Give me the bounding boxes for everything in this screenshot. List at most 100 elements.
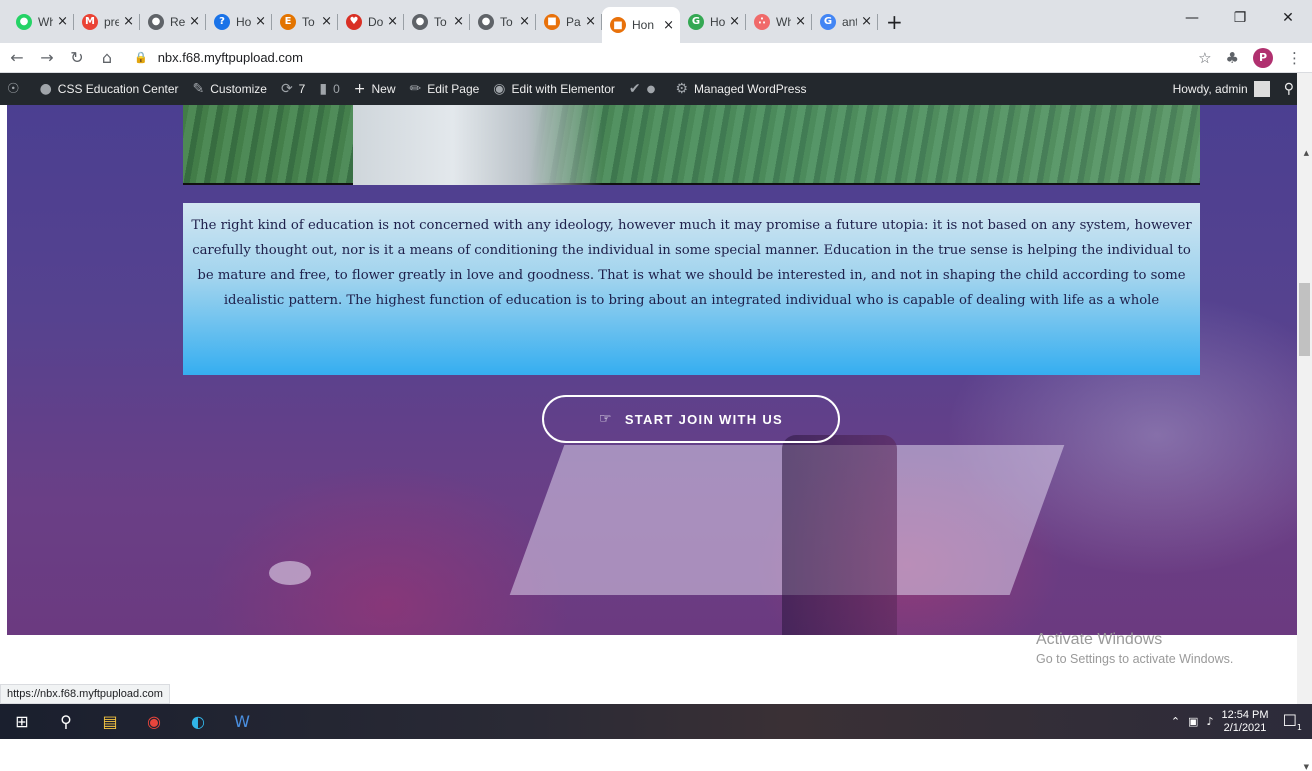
edit-elementor-link[interactable]: ◉ Edit with Elementor <box>486 73 622 105</box>
tab-close-icon[interactable]: × <box>255 14 266 29</box>
quora-icon: ? <box>214 13 230 30</box>
edit-page-label: Edit Page <box>427 82 480 96</box>
file-explorer-icon[interactable]: ▤ <box>88 704 132 739</box>
tab-label: prep <box>104 14 120 29</box>
browser-tab[interactable]: ● To th × <box>404 0 470 43</box>
status-url-text: https://nbx.f68.myftpupload.com <box>7 688 163 700</box>
browser-tab[interactable]: ∴ Wha× <box>746 0 812 43</box>
browser-tab[interactable]: ● Wha× <box>8 0 74 43</box>
brush-icon: ✎ <box>192 81 205 97</box>
close-window-icon[interactable]: ✕ <box>1264 0 1312 36</box>
home-icon[interactable]: ⌂ <box>94 48 120 67</box>
comments-count: 0 <box>333 82 340 96</box>
site-icon: ■ <box>544 13 560 30</box>
site-name-link[interactable]: ● CSS Education Center <box>33 73 186 105</box>
bookmark-star-icon[interactable]: ☆ <box>1198 49 1211 67</box>
tab-close-icon[interactable]: × <box>729 14 740 29</box>
menu-kebab-icon[interactable]: ⋮ <box>1287 49 1302 67</box>
scroll-down-icon[interactable]: ▼ <box>1304 763 1309 771</box>
quote-text: The right kind of education is not conce… <box>191 218 1192 308</box>
restore-icon[interactable]: ❐ <box>1216 0 1264 36</box>
forward-icon[interactable]: → <box>34 48 60 67</box>
clock-time: 12:54 PM <box>1221 708 1269 721</box>
reload-icon[interactable]: ↻ <box>64 48 90 67</box>
notification-icon[interactable]: ☐1 <box>1283 711 1302 732</box>
tab-close-icon[interactable]: × <box>585 14 596 29</box>
customize-label: Customize <box>210 82 267 96</box>
activate-windows-watermark: Activate Windows Go to Settings to activ… <box>1036 631 1233 666</box>
scroll-up-icon[interactable]: ▲ <box>1304 149 1309 157</box>
browser-tab[interactable]: ♥ Dow× <box>338 0 404 43</box>
tab-close-icon[interactable]: × <box>387 14 398 29</box>
tab-list: ●Wha×Mprep×●Repo×?How×ETo th×♥Dow× ● To th… <box>0 0 903 43</box>
tab-close-icon[interactable]: × <box>321 14 332 29</box>
browser-tab[interactable]: ● Repo× <box>140 0 206 43</box>
new-content-link[interactable]: + New <box>347 73 403 105</box>
word-icon[interactable]: W <box>220 704 264 739</box>
banner-figure-shape <box>353 105 603 185</box>
wp-logo-button[interactable]: ☉ <box>0 73 33 105</box>
hand-pointer-icon: ☞ <box>598 411 613 427</box>
tab-close-icon[interactable]: × <box>795 14 806 29</box>
wp-admin-bar: ☉ ● CSS Education Center ✎ Customize ⟳ 7… <box>0 73 1312 105</box>
hero-section: The right kind of education is not conce… <box>7 105 1297 635</box>
windows-start-icon[interactable]: ⊞ <box>0 704 44 739</box>
tab-label: Repo <box>170 14 186 29</box>
search-icon[interactable]: ⚲ <box>44 704 88 739</box>
browser-tab[interactable]: Ganto × <box>812 0 878 43</box>
chevron-up-icon[interactable]: ⌃ <box>1171 715 1180 728</box>
pencil-icon: ✏ <box>409 81 422 97</box>
whatsapp-icon: ● <box>16 13 32 30</box>
tab-close-icon[interactable]: × <box>861 14 872 29</box>
tab-label: To th <box>500 14 515 29</box>
page-scrollbar[interactable]: ▲ ▼ <box>1297 73 1312 771</box>
edit-elementor-label: Edit with Elementor <box>511 82 615 96</box>
minimize-icon[interactable]: — <box>1168 0 1216 36</box>
tab-label: anto <box>842 14 857 29</box>
browser-tab[interactable]: G How× <box>680 0 746 43</box>
lock-icon[interactable]: 🔒 <box>134 51 148 64</box>
edge-icon[interactable]: ◐ <box>176 704 220 739</box>
updates-link[interactable]: ⟳ 7 <box>274 73 312 105</box>
tab-close-icon[interactable]: × <box>663 18 674 33</box>
browser-tab[interactable]: ? How× <box>206 0 272 43</box>
volume-icon[interactable]: ♪ <box>1206 715 1213 728</box>
tab-close-icon[interactable]: × <box>519 14 530 29</box>
comment-icon: ▮ <box>319 81 328 97</box>
back-icon[interactable]: ← <box>4 48 30 67</box>
tab-label: Page <box>566 14 581 29</box>
tab-close-icon[interactable]: × <box>57 14 68 29</box>
watermark-title: Activate Windows <box>1036 631 1163 648</box>
comments-link[interactable]: ▮ 0 <box>312 73 346 105</box>
browser-tab[interactable]: Mprep× <box>74 0 140 43</box>
profile-avatar[interactable]: P <box>1253 47 1273 68</box>
chrome-icon[interactable]: ◉ <box>132 704 176 739</box>
scroll-thumb[interactable] <box>1299 283 1310 356</box>
site-name-label: CSS Education Center <box>57 82 179 96</box>
browser-tab[interactable]: ● To th × <box>470 0 536 43</box>
my-account-link[interactable]: Howdy, admin <box>1166 73 1277 105</box>
new-tab-icon[interactable]: + <box>886 10 903 34</box>
extensions-puzzle-icon[interactable]: ♣ <box>1226 49 1239 67</box>
search-icon: ⚲ <box>1283 81 1294 97</box>
tab-close-icon[interactable]: × <box>453 14 464 29</box>
network-icon[interactable]: ▣ <box>1188 715 1198 728</box>
clock[interactable]: 12:54 PM 2/1/2021 <box>1221 709 1268 735</box>
edit-page-link[interactable]: ✏ Edit Page <box>403 73 487 105</box>
managed-wordpress-link[interactable]: ⚙ Managed WordPress <box>668 73 813 105</box>
start-join-button[interactable]: ☞ START JOIN WITH US <box>542 395 840 443</box>
browser-tab[interactable]: E To th × <box>272 0 338 43</box>
tab-separator <box>877 14 878 30</box>
url-input[interactable]: 🔒 nbx.f68.myftpupload.com <box>134 50 1198 65</box>
tab-label: To th <box>434 14 449 29</box>
tab-close-icon[interactable]: × <box>189 14 200 29</box>
customize-link[interactable]: ✎ Customize <box>186 73 274 105</box>
google-icon: G <box>820 13 836 30</box>
yoast-seo-link[interactable]: ✔ ● <box>622 73 668 105</box>
browser-tab[interactable]: ■ Hon × <box>602 7 680 43</box>
tab-label: Wha <box>776 14 792 29</box>
watermark-subtitle: Go to Settings to activate Windows. <box>1036 652 1234 666</box>
notification-count: 1 <box>1296 723 1302 733</box>
tab-close-icon[interactable]: × <box>123 14 134 29</box>
browser-tab[interactable]: ■ Page × <box>536 0 602 43</box>
